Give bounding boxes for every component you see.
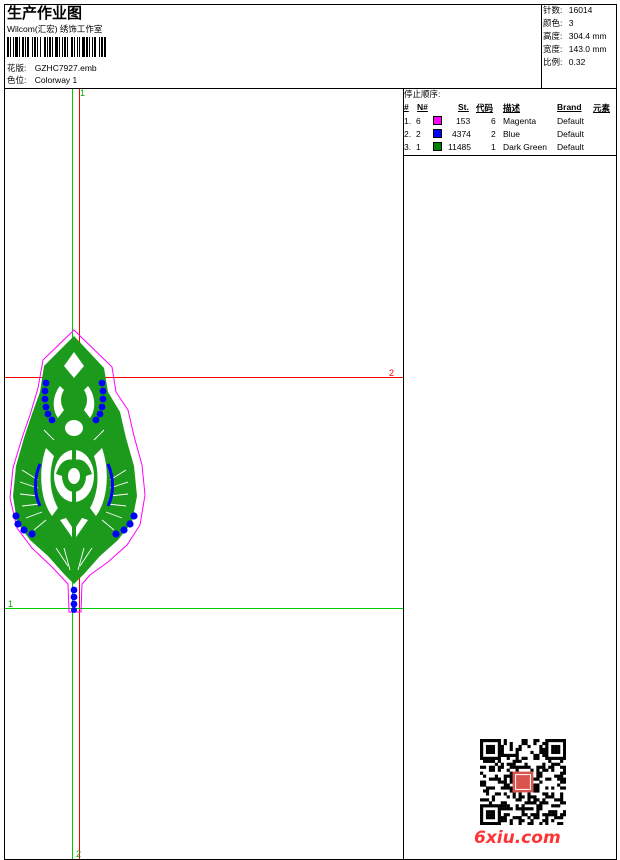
guide-label-green: 1 <box>8 599 13 609</box>
stat-width: 宽度: 143.0 mm <box>543 44 607 54</box>
col-n: N# <box>417 102 428 112</box>
stop-sequence-title: 停止顺序: <box>404 89 441 99</box>
stop-sequence-header: # N# St. 代码 描述 Brand 元素 <box>404 102 616 114</box>
col-hash: # <box>404 102 409 112</box>
center-eye <box>68 468 80 484</box>
embroidery-design: 1 2 2 1 <box>5 88 403 859</box>
col-desc: 描述 <box>503 103 521 113</box>
watermark: 6xiu.com <box>474 828 561 848</box>
col-element: 元素 <box>593 103 611 113</box>
col-code: 代码 <box>476 103 494 113</box>
guide-label-red: 2 <box>389 368 394 378</box>
col-stitches: St. <box>458 102 469 112</box>
table-row: 2. 2 4374 2 Blue Default <box>404 129 584 139</box>
stat-stitches: 针数: 16014 <box>543 5 593 15</box>
stat-colors: 颜色: 3 <box>543 18 574 28</box>
stats-list: 针数: 16014 颜色: 3 高度: 304.4 mm 宽度: 143.0 m… <box>543 5 607 70</box>
stat-scale: 比例: 0.32 <box>543 57 586 67</box>
table-row: 1. 6 153 6 Magenta Default <box>404 116 584 126</box>
stat-height: 高度: 304.4 mm <box>543 31 607 41</box>
guide-label-top: 1 <box>80 88 85 98</box>
col-brand: Brand <box>557 102 582 112</box>
color-swatch <box>433 116 442 125</box>
color-swatch <box>433 142 442 151</box>
info-divider <box>403 155 617 156</box>
table-row: 3. 1 11485 1 Dark Green Default <box>404 142 584 152</box>
qr-code <box>480 739 566 825</box>
color-swatch <box>433 129 442 138</box>
guide-label-bottom: 2 <box>76 849 81 859</box>
